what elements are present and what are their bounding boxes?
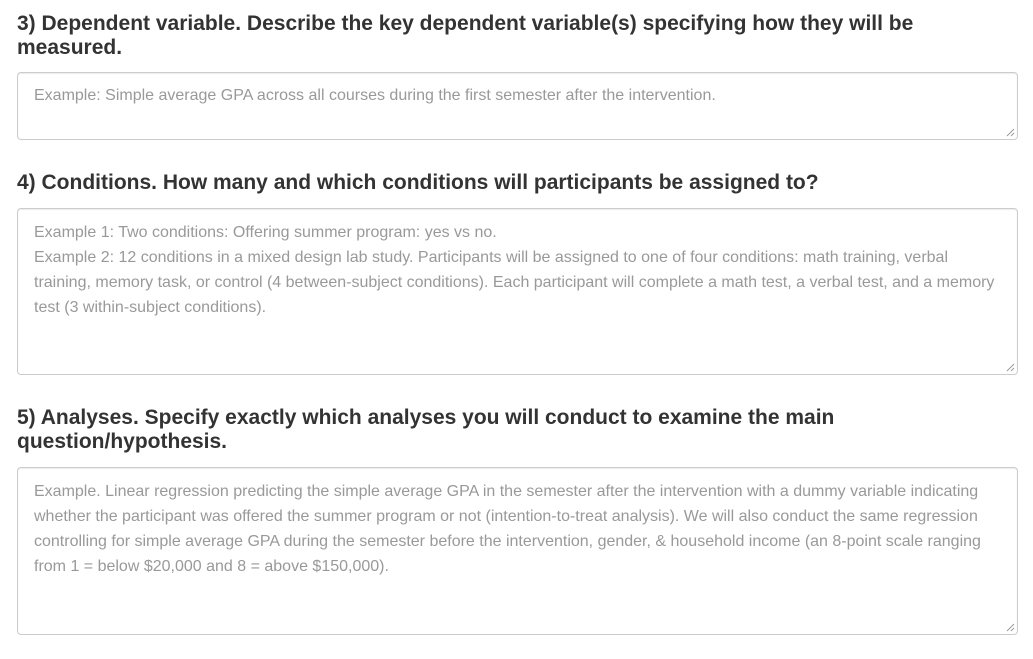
placeholder-line: Example 2: 12 conditions in a mixed desi…	[34, 249, 995, 316]
question-analyses: 5) Analyses. Specify exactly which analy…	[17, 406, 1018, 635]
placeholder-line: Example 1: Two conditions: Offering summ…	[34, 224, 497, 241]
question-prompt: How many and which conditions will parti…	[162, 171, 819, 194]
placeholder-line: Example: Simple average GPA across all c…	[34, 87, 716, 104]
question-number-title: 3) Dependent variable.	[17, 12, 242, 35]
dependent-variable-textarea[interactable]: Example: Simple average GPA across all c…	[17, 72, 1018, 140]
question-dependent-variable: 3) Dependent variable. Describe the key …	[17, 12, 1018, 140]
question-label: 3) Dependent variable. Describe the key …	[17, 12, 1018, 60]
question-prompt: Specify exactly which analyses you will …	[17, 406, 835, 453]
resize-grip-icon[interactable]	[1006, 128, 1015, 137]
conditions-textarea[interactable]: Example 1: Two conditions: Offering summ…	[17, 208, 1018, 375]
question-label: 5) Analyses. Specify exactly which analy…	[17, 406, 1018, 454]
placeholder-line: Example. Linear regression predicting th…	[34, 483, 981, 575]
question-conditions: 4) Conditions. How many and which condit…	[17, 171, 1018, 375]
question-number-title: 5) Analyses.	[17, 406, 139, 429]
resize-grip-icon[interactable]	[1006, 363, 1015, 372]
resize-grip-icon[interactable]	[1006, 623, 1015, 632]
question-label: 4) Conditions. How many and which condit…	[17, 171, 1018, 195]
question-number-title: 4) Conditions.	[17, 171, 157, 194]
analyses-textarea[interactable]: Example. Linear regression predicting th…	[17, 467, 1018, 635]
